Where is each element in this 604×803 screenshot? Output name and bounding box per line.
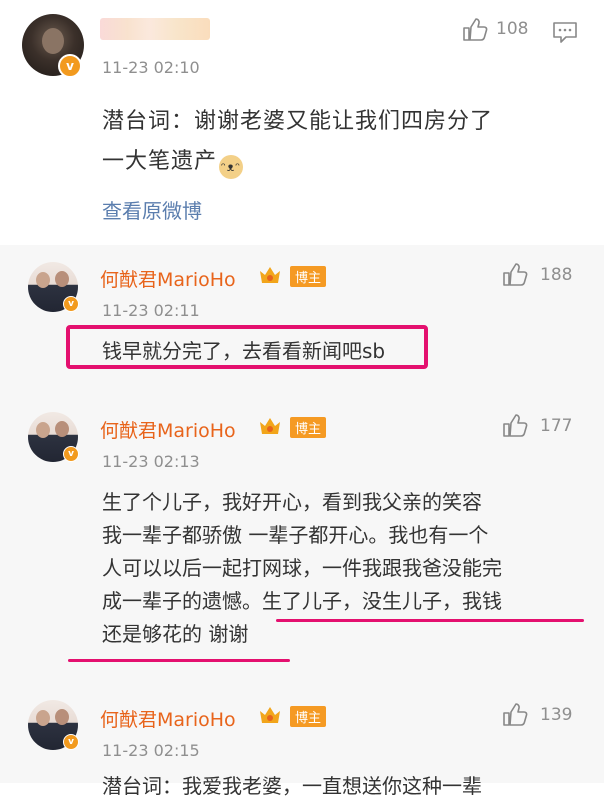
author-badge: 博主 bbox=[290, 417, 327, 438]
crown-icon bbox=[260, 267, 280, 283]
reply-author[interactable]: 何猷君MarioHo bbox=[100, 416, 236, 443]
verified-icon: v bbox=[58, 54, 82, 78]
original-comment: v 11-23 02:10 108 潜台词：谢谢老婆又能让我们四房分了 一大笔遗… bbox=[0, 0, 604, 245]
author-badge: 博主 bbox=[290, 266, 327, 287]
reply-time: 11-23 02:13 bbox=[102, 452, 200, 471]
verified-icon: v bbox=[63, 446, 79, 462]
blurred-username[interactable] bbox=[100, 18, 210, 40]
reply-line: 生了个儿子，我好开心，看到我父亲的笑容 bbox=[102, 490, 482, 514]
reply-time: 11-23 02:11 bbox=[102, 301, 200, 320]
reply-text: 生了个儿子，我好开心，看到我父亲的笑容 我一辈子都骄傲 一辈子都开心。我也有一个… bbox=[102, 486, 502, 651]
like-count: 177 bbox=[540, 416, 573, 436]
verified-icon: v bbox=[63, 734, 79, 750]
reply-author[interactable]: 何猷君MarioHo bbox=[100, 705, 236, 732]
comment-icon[interactable] bbox=[552, 20, 578, 44]
highlight-underline bbox=[276, 619, 584, 622]
reply-line: 我一辈子都骄傲 一辈子都开心。我也有一个 bbox=[102, 523, 489, 547]
reply-line: 还是够花的 谢谢 bbox=[102, 622, 249, 646]
crown-icon bbox=[260, 707, 280, 723]
doge-emoji-icon: ᵔᴥᵔ bbox=[219, 155, 244, 179]
comment-line: 潜台词：谢谢老婆又能让我们四房分了 bbox=[102, 109, 494, 134]
comment-text: 潜台词：谢谢老婆又能让我们四房分了 一大笔遗产 ᵔᴥᵔ bbox=[102, 102, 572, 182]
author-badge: 博主 bbox=[290, 706, 327, 727]
thumbs-up-icon[interactable] bbox=[502, 414, 528, 438]
reply-line: 成一辈子的遗憾。生了儿子，没生儿子，我钱 bbox=[102, 589, 502, 613]
highlight-box bbox=[66, 325, 428, 369]
crown-icon bbox=[260, 418, 280, 434]
reply-text: 潜台词：我爱我老婆，一直想送你这种一辈 bbox=[102, 774, 482, 798]
thumbs-up-icon[interactable] bbox=[502, 703, 528, 727]
like-count: 108 bbox=[496, 19, 529, 39]
view-original-link[interactable]: 查看原微博 bbox=[102, 195, 202, 224]
thumbs-up-icon[interactable] bbox=[462, 18, 488, 42]
like-count: 139 bbox=[540, 705, 573, 725]
reply-line: 人可以以后一起打网球，一件我跟我爸没能完 bbox=[102, 556, 502, 580]
comment-time: 11-23 02:10 bbox=[102, 58, 200, 77]
thumbs-up-icon[interactable] bbox=[502, 263, 528, 287]
highlight-underline bbox=[68, 659, 290, 662]
reply-author[interactable]: 何猷君MarioHo bbox=[100, 265, 236, 292]
verified-icon: v bbox=[63, 296, 79, 312]
reply-time: 11-23 02:15 bbox=[102, 741, 200, 760]
comment-line: 一大笔遗产 ᵔᴥᵔ bbox=[102, 142, 572, 182]
like-count: 188 bbox=[540, 265, 573, 285]
